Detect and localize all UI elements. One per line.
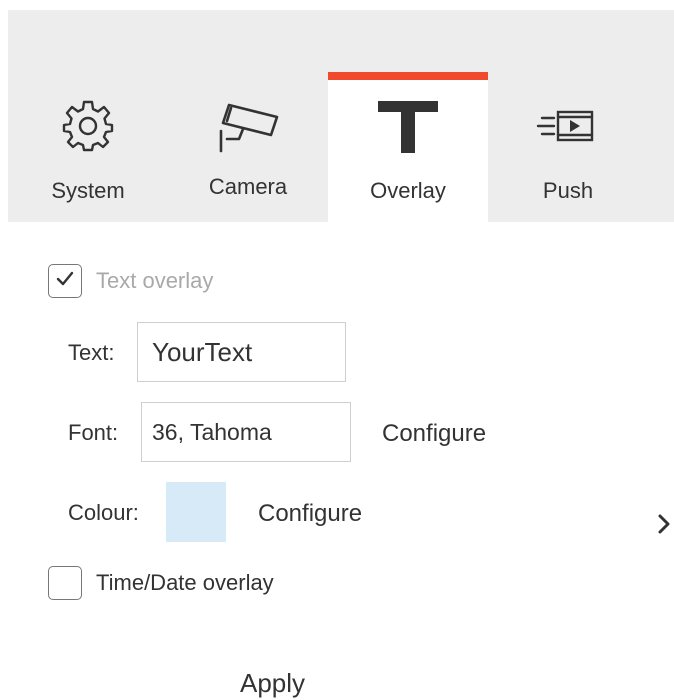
tab-label: Push [542,178,594,203]
gear-icon [8,100,168,152]
colour-label: Colour: [68,500,139,525]
text-overlay-checkbox[interactable] [48,264,82,298]
fast-forward-video-icon [488,100,648,152]
time-date-overlay-checkbox[interactable] [48,566,82,600]
tab-label: System [51,178,125,203]
chevron-right-icon[interactable] [656,512,672,536]
font-field-label: Font: [68,420,119,445]
tab-overlay[interactable]: Overlay [328,72,488,222]
text-t-icon [328,100,488,153]
tab-push[interactable]: Push [488,72,648,222]
font-configure-link[interactable]: Configure [382,420,486,448]
tab-bar: System Camera Overlay Push [8,10,674,222]
colour-configure-link[interactable]: Configure [258,500,362,528]
colour-swatch[interactable] [166,482,226,542]
security-camera-icon [168,100,328,153]
active-tab-indicator [328,72,488,80]
apply-button[interactable]: Apply [240,668,305,699]
tab-system[interactable]: System [8,72,168,222]
text-overlay-label: Text overlay [96,268,214,293]
tab-label: Camera [208,174,288,199]
font-input[interactable] [141,402,351,462]
check-icon [56,271,74,292]
text-field-label: Text: [68,340,115,365]
tab-camera[interactable]: Camera [168,72,328,222]
tab-label: Overlay [370,178,446,203]
time-date-overlay-label: Time/Date overlay [96,570,274,595]
text-input[interactable] [137,322,346,382]
